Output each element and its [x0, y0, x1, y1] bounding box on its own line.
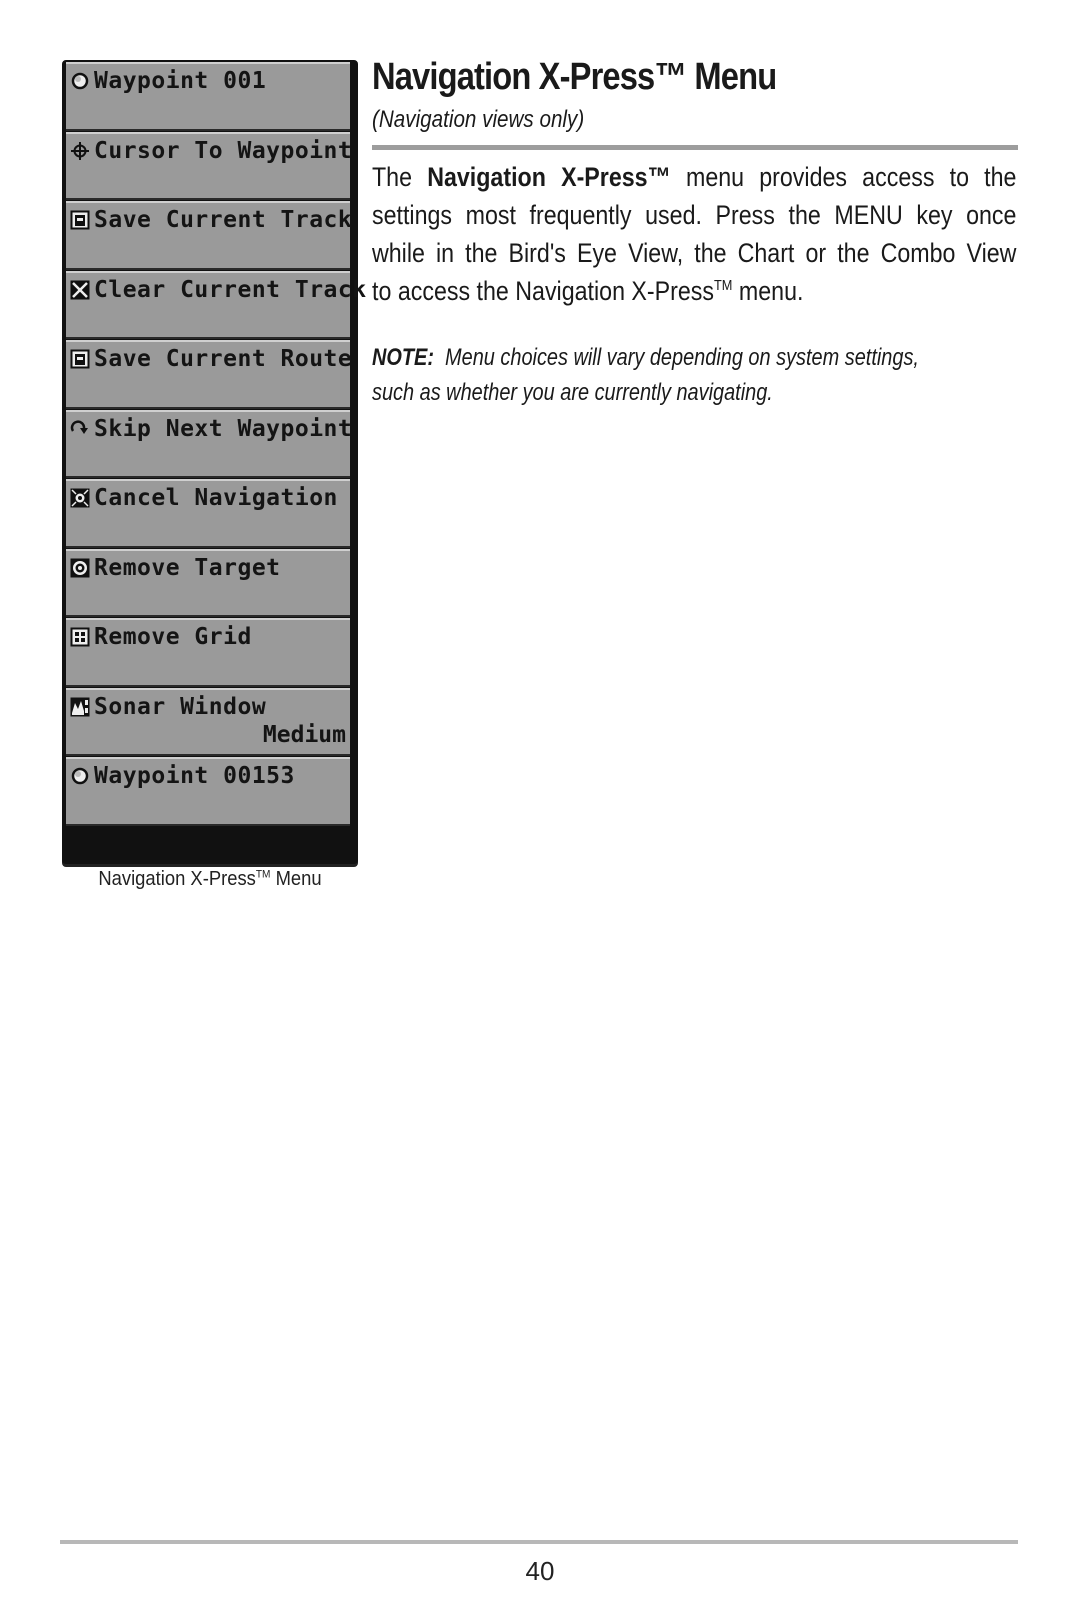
grid-icon — [70, 627, 90, 647]
waypoint-icon — [70, 71, 90, 91]
menu-item-row: Cancel Navigation — [66, 481, 350, 515]
menu-item[interactable]: Remove Target — [66, 548, 350, 617]
menu-item[interactable]: Save Current Track — [66, 201, 353, 270]
menu-item-label: Save Current Route — [94, 346, 353, 372]
note-line: such as whether you are currently naviga… — [372, 379, 773, 406]
menu-item-row: Save Current Track — [66, 203, 353, 237]
body-line: settings most frequently used. Press the… — [372, 200, 1017, 230]
body-line: The Navigation X-Press™ menu provides ac… — [372, 162, 1017, 192]
page-number: 40 — [525, 1556, 555, 1586]
note: NOTE: Menu choices will vary depending o… — [372, 340, 1018, 410]
cancel-navigation-icon — [70, 488, 90, 508]
page-subtitle: (Navigation views only) — [372, 106, 585, 133]
footer-divider — [60, 1540, 1018, 1544]
page-title: Navigation X-Press™ Menu — [372, 56, 777, 99]
crosshair-icon — [70, 141, 90, 161]
figure-caption: Navigation X-PressTM Menu — [74, 868, 346, 891]
menu-item-label: Skip Next Waypoint — [94, 415, 353, 442]
menu-item-row: Skip Next Waypoint — [66, 412, 353, 446]
note-label: NOTE: — [372, 344, 434, 371]
menu-item-label: Cancel Navigation — [94, 485, 338, 511]
skip-icon — [70, 419, 90, 439]
menu-item[interactable]: Save Current Route — [66, 340, 353, 409]
menu-item[interactable]: Waypoint 001 — [66, 62, 350, 131]
caption-tm: TM — [255, 868, 271, 881]
menu-item-row: Cursor To Waypoint — [66, 134, 353, 168]
save-icon — [70, 349, 90, 369]
menu-item-row: Clear Current Track — [66, 273, 366, 307]
menu-item-row: Sonar Window — [66, 690, 350, 724]
caption-suffix: Menu — [270, 868, 322, 890]
target-icon — [70, 558, 90, 578]
body-paragraph: The Navigation X-Press™ menu provides ac… — [372, 158, 1018, 310]
menu-item-label: Clear Current Track — [94, 276, 367, 303]
save-icon — [70, 210, 90, 230]
menu-item-label: Cursor To Waypoint — [94, 137, 353, 164]
menu-item[interactable]: Skip Next Waypoint — [66, 409, 353, 478]
body-line: while in the Bird's Eye View, the Chart … — [372, 238, 1017, 268]
clear-icon — [70, 280, 90, 300]
menu-item-label: Sonar Window — [94, 693, 267, 720]
title-text: Navigation X-Press — [372, 56, 655, 98]
title-suffix: Menu — [686, 56, 777, 98]
menu-item-row: Waypoint 001 — [66, 64, 350, 98]
caption-text: Navigation X-Press — [98, 868, 256, 890]
menu-item-row: Remove Grid — [66, 620, 350, 654]
waypoint-icon — [70, 766, 90, 786]
note-line: NOTE: Menu choices will vary depending o… — [372, 344, 919, 371]
body-line: to access the Navigation X-PressTM menu. — [372, 276, 804, 306]
menu-item-row: Remove Target — [66, 551, 350, 585]
menu-item[interactable]: Cursor To Waypoint — [66, 131, 353, 200]
menu-item-value: Medium — [262, 722, 346, 748]
menu-item[interactable]: Cancel Navigation — [66, 479, 350, 548]
menu-item[interactable]: Clear Current Track — [66, 270, 366, 339]
menu-item-label: Waypoint 001 — [94, 68, 267, 94]
sonar-window-icon — [70, 697, 90, 717]
menu-item[interactable]: Waypoint 00153 — [66, 757, 350, 826]
menu-item-label: Remove Grid — [94, 624, 252, 650]
heading-divider — [372, 145, 1018, 150]
menu-item-label: Save Current Track — [94, 207, 353, 233]
navigation-xpress-menu: Waypoint 001 Cursor To Waypoint Save Curre… — [62, 60, 366, 864]
menu-item-row: Save Current Route — [66, 342, 353, 376]
menu-item-row: Waypoint 00153 — [66, 759, 350, 793]
menu-item[interactable]: Remove Grid — [66, 618, 350, 687]
title-tm: ™ — [654, 56, 687, 98]
menu-item-label: Waypoint 00153 — [94, 763, 295, 789]
menu-item[interactable]: Sonar Window Medium — [66, 687, 350, 756]
menu-item-label: Remove Target — [94, 554, 281, 581]
